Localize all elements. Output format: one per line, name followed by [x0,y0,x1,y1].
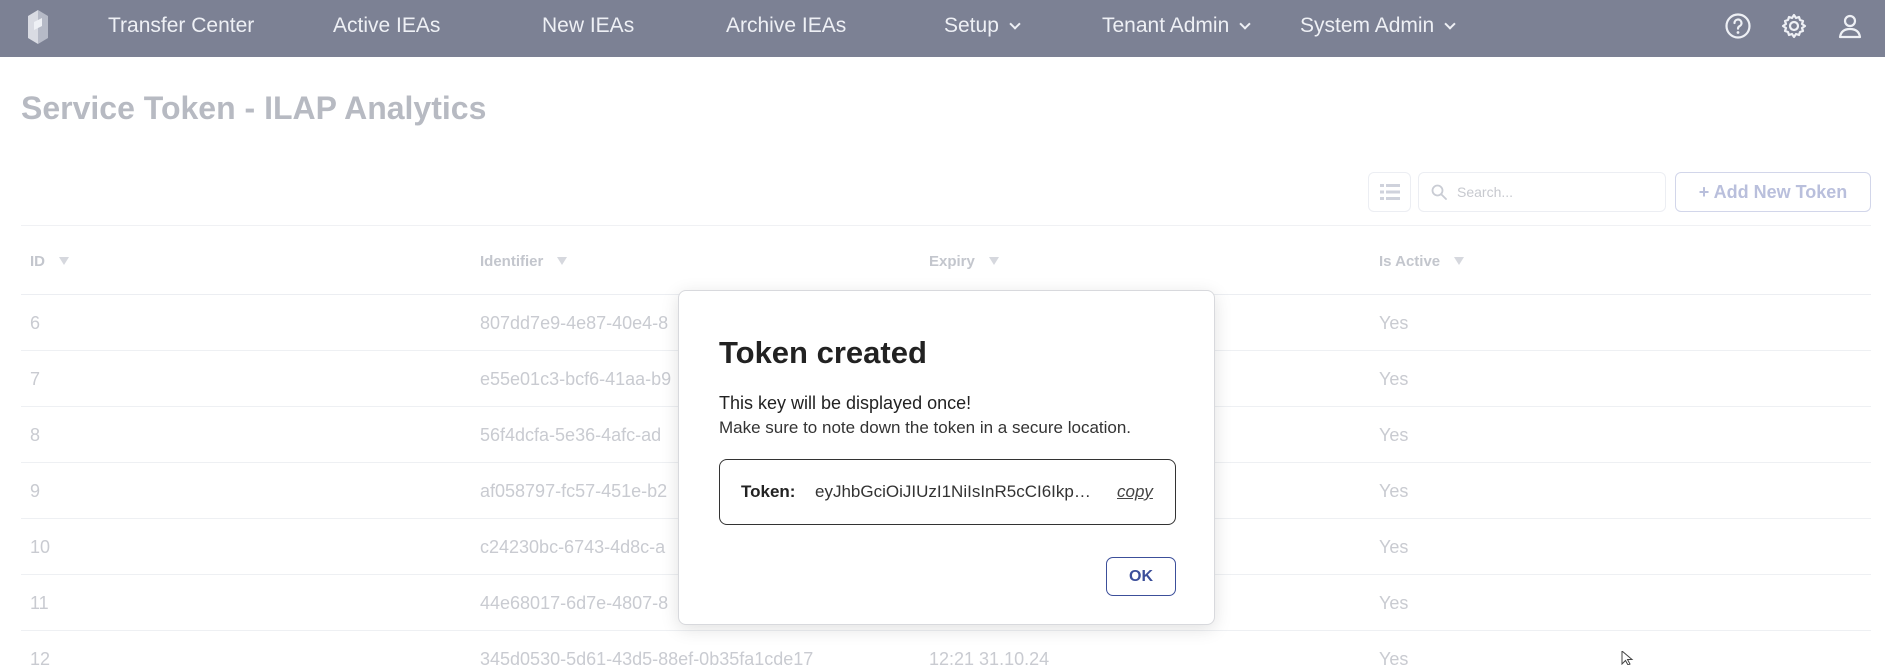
token-label: Token: [741,482,796,501]
nav-label: Active IEAs [333,14,441,37]
app-logo-icon[interactable] [24,8,52,46]
dialog-warning-text: This key will be displayed once! [719,393,972,413]
chevron-down-icon [1444,17,1456,30]
chevron-down-icon [1239,17,1251,30]
dialog-title: Token created [719,335,927,370]
nav-label: Setup [944,14,999,37]
mouse-pointer-icon [1621,651,1634,665]
user-account-icon[interactable] [1836,12,1864,40]
token-display-box: Token: eyJhbGciOiJIUzI1NiIsInR5cCI6IkpXV… [719,459,1176,525]
nav-tenant-admin-dropdown[interactable]: Tenant Admin [1102,0,1251,52]
nav-label: System Admin [1300,14,1435,37]
ok-button[interactable]: OK [1106,557,1176,596]
settings-gear-icon[interactable] [1780,12,1808,40]
nav-setup-dropdown[interactable]: Setup [944,0,1021,52]
token-value[interactable]: eyJhbGciOiJIUzI1NiIsInR5cCI6IkpXV... [815,482,1101,502]
nav-transfer-center[interactable]: Transfer Center [108,0,254,52]
nav-system-admin-dropdown[interactable]: System Admin [1300,0,1456,52]
copy-token-link[interactable]: copy [1117,482,1153,502]
dialog-instruction-text: Make sure to note down the token in a se… [719,418,1132,437]
nav-new-ieas[interactable]: New IEAs [542,0,634,52]
help-icon[interactable] [1724,12,1752,40]
nav-label: Tenant Admin [1102,14,1230,37]
nav-archive-ieas[interactable]: Archive IEAs [726,0,846,52]
nav-label: New IEAs [542,14,635,37]
token-created-dialog: Token created This key will be displayed… [678,290,1215,625]
nav-label: Archive IEAs [726,14,847,37]
top-navbar: Transfer Center Active IEAs New IEAs Arc… [0,0,1885,57]
nav-active-ieas[interactable]: Active IEAs [333,0,440,52]
nav-label: Transfer Center [108,14,255,37]
chevron-down-icon [1009,17,1021,30]
